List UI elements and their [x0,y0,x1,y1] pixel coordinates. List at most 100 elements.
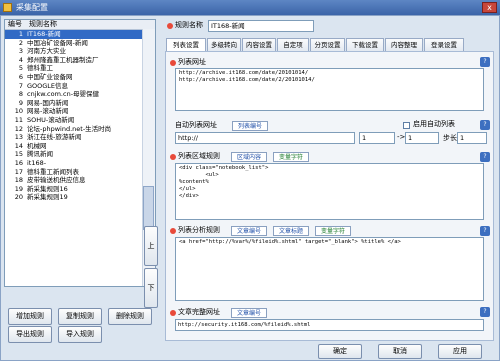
area-content-button[interactable]: 区域内容 [231,152,267,162]
cancel-button[interactable]: 取消 [378,344,422,359]
close-button[interactable]: x [482,2,497,13]
step-label: 步长 [443,134,457,142]
auto-url-from-input[interactable]: 1 [359,132,395,144]
rule-number: 13 [14,133,23,142]
add-rule-button[interactable]: 增加规则 [8,308,52,325]
list-area-variable-button[interactable]: 变量字符 [273,152,309,162]
list-parse-icon [170,228,176,234]
list-item[interactable]: 10 网易-滚动新闻 [5,107,155,116]
ok-button[interactable]: 确定 [318,344,362,359]
rule-name-icon [167,23,173,29]
tab-3[interactable]: 自定项 [277,38,309,51]
tab-0[interactable]: 列表设置 [166,38,206,51]
auto-url-input[interactable]: http:// [175,132,355,144]
list-item[interactable]: 17 德科重工新闻列表 [5,168,155,177]
rule-number: 5 [18,64,23,73]
article-number-button[interactable]: 文章编号 [231,226,267,236]
rule-number: 1 [18,30,23,38]
rule-name: IT168-新闻 [27,30,61,38]
rule-number: 14 [14,141,23,150]
copy-rule-button[interactable]: 复制规则 [58,308,102,325]
list-item[interactable]: 1 IT168-新闻 [5,30,155,39]
list-item[interactable]: 5 德科重工 [5,64,155,73]
list-parse-variable-button[interactable]: 变量字符 [315,226,351,236]
list-url-label: 列表网址 [178,58,206,66]
scrollbar-thumb[interactable] [143,186,154,230]
auto-url-number-button[interactable]: 列表编号 [232,121,268,131]
rule-number: 3 [18,47,23,56]
tab-4[interactable]: 分页设置 [310,38,345,51]
tab-2[interactable]: 内容设置 [242,38,276,51]
window-title: 采集配置 [16,3,48,12]
list-url-help-icon[interactable]: ? [480,57,490,67]
tab-1[interactable]: 多级转向 [207,38,241,51]
list-parse-label: 列表分析规则 [178,226,220,234]
apply-button[interactable]: 应用 [438,344,482,359]
tab-6[interactable]: 内容整理 [385,38,423,51]
app-icon [3,3,12,12]
column-number[interactable]: 编号 [8,20,22,29]
list-item[interactable]: 7 GOOGLE信息 [5,82,155,91]
list-area-textarea[interactable]: <div class="notebook_list"> <ul> %conten… [175,163,484,220]
full-url-number-button[interactable]: 文章编号 [231,308,267,318]
list-item[interactable]: 16 it168- [5,159,155,168]
move-down-button[interactable]: 下 [144,268,158,308]
list-parse-textarea[interactable]: <a href="http://%var%/%fileid%.shtml" ta… [175,237,484,301]
rule-number: 7 [18,81,23,90]
rule-name: 皮带输送机供应信息 [27,176,86,185]
rule-name-label: 规则名称 [175,21,203,29]
rule-name: 德科重工 [27,64,53,73]
rule-number: 10 [14,107,23,116]
list-item[interactable]: 13 浙江在线-旅游新闻 [5,133,155,142]
list-item[interactable]: 15 腾讯新闻 [5,150,155,159]
move-up-button[interactable]: 上 [144,226,158,266]
rule-name: 德科重工新闻列表 [27,167,79,176]
delete-rule-button[interactable]: 删除规则 [108,308,152,325]
rule-number: 12 [14,124,23,133]
rule-name-input[interactable]: IT168-新闻 [208,20,314,32]
rule-number: 19 [14,184,23,193]
list-item[interactable]: 11 SOHU-滚动新闻 [5,116,155,125]
tab-5[interactable]: 下载设置 [346,38,384,51]
step-input[interactable]: 1 [457,132,487,144]
rule-name: 中国冶矿设备网-新闻 [27,38,88,47]
list-item[interactable]: 2 中国冶矿设备网-新闻 [5,39,155,48]
list-item[interactable]: 3 河南方大实业 [5,47,155,56]
list-item[interactable]: 8 cnjkw.com.cn-母婴保健 [5,90,155,99]
rule-number: 11 [14,116,23,124]
full-url-icon [170,310,176,316]
full-url-help-icon[interactable]: ? [480,307,490,317]
enable-auto-list-label: 启用自动列表 [413,120,455,128]
list-item[interactable]: 20 新采集规则19 [5,193,155,202]
full-url-label: 文章完整网址 [178,308,220,316]
import-rule-button[interactable]: 导入规则 [58,326,102,343]
list-url-textarea[interactable]: http://archive.it168.com/date/20101014/ … [175,68,484,111]
tab-7[interactable]: 登录设置 [424,38,464,51]
rule-name: 腾讯新闻 [27,150,53,159]
auto-url-label: 自动列表网址 [175,121,217,129]
list-area-help-icon[interactable]: ? [480,152,490,162]
auto-url-to-input[interactable]: 1 [405,132,439,144]
rule-name: 浙江在线-旅游新闻 [27,133,82,142]
rule-number: 18 [14,176,23,185]
list-item[interactable]: 12 论坛-phpwind.net-生活时尚 [5,125,155,134]
rule-name: 中国矿业设备网 [27,73,73,81]
list-item[interactable]: 18 皮带输送机供应信息 [5,176,155,185]
article-title-button[interactable]: 文章标题 [273,226,309,236]
export-rule-button[interactable]: 导出规则 [8,326,52,343]
rule-name: GOOGLE信息 [27,81,69,90]
enable-auto-list-checkbox[interactable] [403,122,410,129]
list-parse-help-icon[interactable]: ? [480,226,490,236]
rule-number: 16 [14,159,23,167]
rule-number: 17 [14,167,23,176]
list-header: 编号 规则名称 [5,20,155,30]
column-name[interactable]: 规则名称 [29,20,57,29]
title-bar: 采集配置 x [0,0,500,15]
list-item[interactable]: 6 中国矿业设备网 [5,73,155,82]
rule-name: SOHU-滚动新闻 [27,116,75,124]
full-url-input[interactable]: http://security.it168.com/%fileid%.shtml [175,319,484,331]
auto-url-help-icon[interactable]: ? [480,120,490,130]
list-area-icon [170,154,176,160]
rule-name: cnjkw.com.cn-母婴保健 [27,90,100,99]
rule-number: 2 [18,38,23,47]
